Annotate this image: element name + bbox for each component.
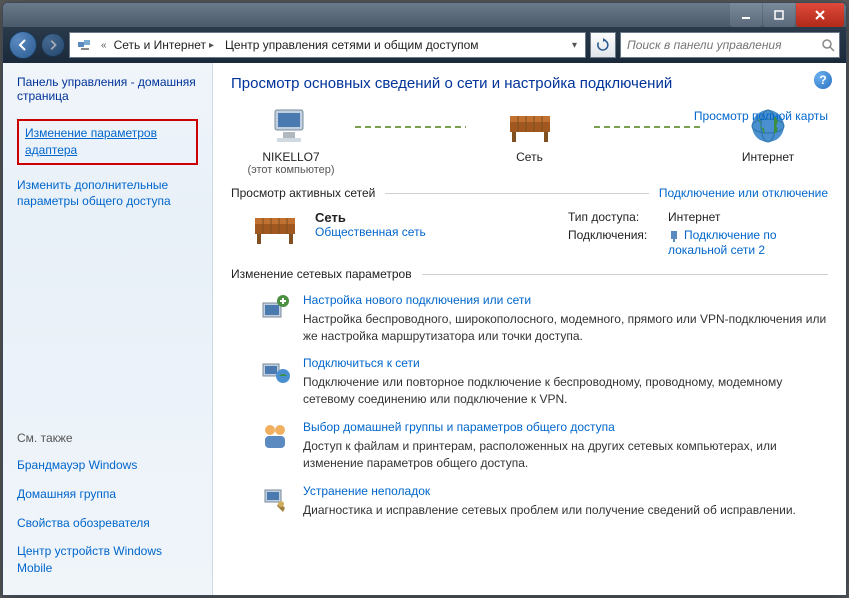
address-bar: « Сеть и Интернет▸ Центр управления сетя… bbox=[3, 27, 846, 63]
bench-icon bbox=[251, 210, 299, 250]
task-desc: Диагностика и исправление сетевых пробле… bbox=[303, 502, 796, 519]
task-link-homegroup[interactable]: Выбор домашней группы и параметров общег… bbox=[303, 420, 828, 434]
map-node-computer[interactable]: NIKELLO7 (этот компьютер) bbox=[231, 106, 351, 176]
task-item: Устранение неполадок Диагностика и испра… bbox=[259, 484, 828, 519]
task-item: Выбор домашней группы и параметров общег… bbox=[259, 420, 828, 472]
map-connection-line bbox=[594, 126, 705, 128]
map-connection-line bbox=[355, 126, 466, 128]
refresh-button[interactable] bbox=[590, 32, 616, 58]
breadcrumb-segment[interactable]: Сеть и Интернет▸ bbox=[110, 33, 221, 57]
map-node-label: NIKELLO7 bbox=[262, 150, 319, 164]
map-node-sublabel: (этот компьютер) bbox=[247, 164, 334, 176]
main-panel: ? Просмотр основных сведений о сети и на… bbox=[213, 63, 846, 595]
map-node-label: Интернет bbox=[742, 150, 794, 164]
homegroup-icon bbox=[259, 420, 291, 452]
breadcrumb-dropdown[interactable]: ▾ bbox=[564, 40, 585, 51]
sidebar-link-advanced-sharing[interactable]: Изменить дополнительные параметры общего… bbox=[17, 177, 198, 211]
connections-label: Подключения: bbox=[568, 228, 668, 257]
task-link-new-connection[interactable]: Настройка нового подключения или сети bbox=[303, 293, 828, 307]
active-network-item: Сеть Общественная сеть Тип доступа: Инте… bbox=[251, 210, 828, 257]
access-type-value: Интернет bbox=[668, 210, 828, 224]
breadcrumb-segment[interactable]: Центр управления сетями и общим доступом bbox=[221, 33, 483, 57]
map-node-network[interactable]: Сеть bbox=[470, 106, 590, 176]
map-node-label: Сеть bbox=[516, 150, 543, 164]
active-network-type-link[interactable]: Общественная сеть bbox=[315, 225, 426, 239]
sidebar: Панель управления - домашняя страница Из… bbox=[3, 63, 213, 595]
bench-icon bbox=[506, 106, 554, 146]
task-desc: Настройка беспроводного, широкополосного… bbox=[303, 311, 828, 345]
active-network-name: Сеть bbox=[315, 210, 426, 225]
active-networks-label: Просмотр активных сетей bbox=[231, 186, 375, 200]
connect-network-icon bbox=[259, 356, 291, 388]
content-area: Панель управления - домашняя страница Из… bbox=[3, 63, 846, 595]
task-item: Подключиться к сети Подключение или повт… bbox=[259, 356, 828, 408]
help-icon[interactable]: ? bbox=[814, 71, 832, 89]
task-link-connect[interactable]: Подключиться к сети bbox=[303, 356, 828, 370]
troubleshoot-icon bbox=[259, 484, 291, 516]
task-desc: Подключение или повторное подключение к … bbox=[303, 374, 828, 408]
full-map-link[interactable]: Просмотр полной карты bbox=[694, 109, 828, 123]
search-input[interactable] bbox=[621, 38, 817, 52]
access-type-label: Тип доступа: bbox=[568, 210, 668, 224]
search-icon bbox=[817, 38, 839, 52]
sidebar-link-adapter-settings[interactable]: Изменение параметров адаптера bbox=[17, 119, 198, 165]
control-panel-window: « Сеть и Интернет▸ Центр управления сетя… bbox=[2, 2, 847, 596]
computer-icon bbox=[267, 106, 315, 146]
back-button[interactable] bbox=[9, 31, 37, 59]
task-item: Настройка нового подключения или сети На… bbox=[259, 293, 828, 345]
new-connection-icon bbox=[259, 293, 291, 325]
titlebar bbox=[3, 3, 846, 27]
minimize-button[interactable] bbox=[730, 3, 762, 27]
control-panel-home-link[interactable]: Панель управления - домашняя страница bbox=[17, 75, 198, 103]
network-center-icon bbox=[74, 35, 94, 55]
search-box[interactable] bbox=[620, 32, 840, 58]
breadcrumb[interactable]: « Сеть и Интернет▸ Центр управления сетя… bbox=[69, 32, 586, 58]
see-also-internet-options[interactable]: Свойства обозревателя bbox=[17, 515, 198, 532]
connection-link[interactable]: Подключение по локальной сети 2 bbox=[668, 228, 777, 257]
change-settings-label: Изменение сетевых параметров bbox=[231, 267, 412, 281]
see-also-windows-mobile[interactable]: Центр устройств Windows Mobile bbox=[17, 543, 198, 577]
task-link-troubleshoot[interactable]: Устранение неполадок bbox=[303, 484, 796, 498]
maximize-button[interactable] bbox=[763, 3, 795, 27]
see-also-homegroup[interactable]: Домашняя группа bbox=[17, 486, 198, 503]
see-also-label: См. также bbox=[17, 431, 198, 445]
breadcrumb-root-arrow[interactable]: « bbox=[98, 40, 110, 51]
task-desc: Доступ к файлам и принтерам, расположенн… bbox=[303, 438, 828, 472]
connect-disconnect-link[interactable]: Подключение или отключение bbox=[659, 186, 828, 200]
see-also-firewall[interactable]: Брандмауэр Windows bbox=[17, 457, 198, 474]
forward-button[interactable] bbox=[41, 33, 65, 57]
ethernet-icon bbox=[668, 229, 680, 243]
close-button[interactable] bbox=[796, 3, 844, 27]
page-title: Просмотр основных сведений о сети и наст… bbox=[231, 75, 828, 92]
